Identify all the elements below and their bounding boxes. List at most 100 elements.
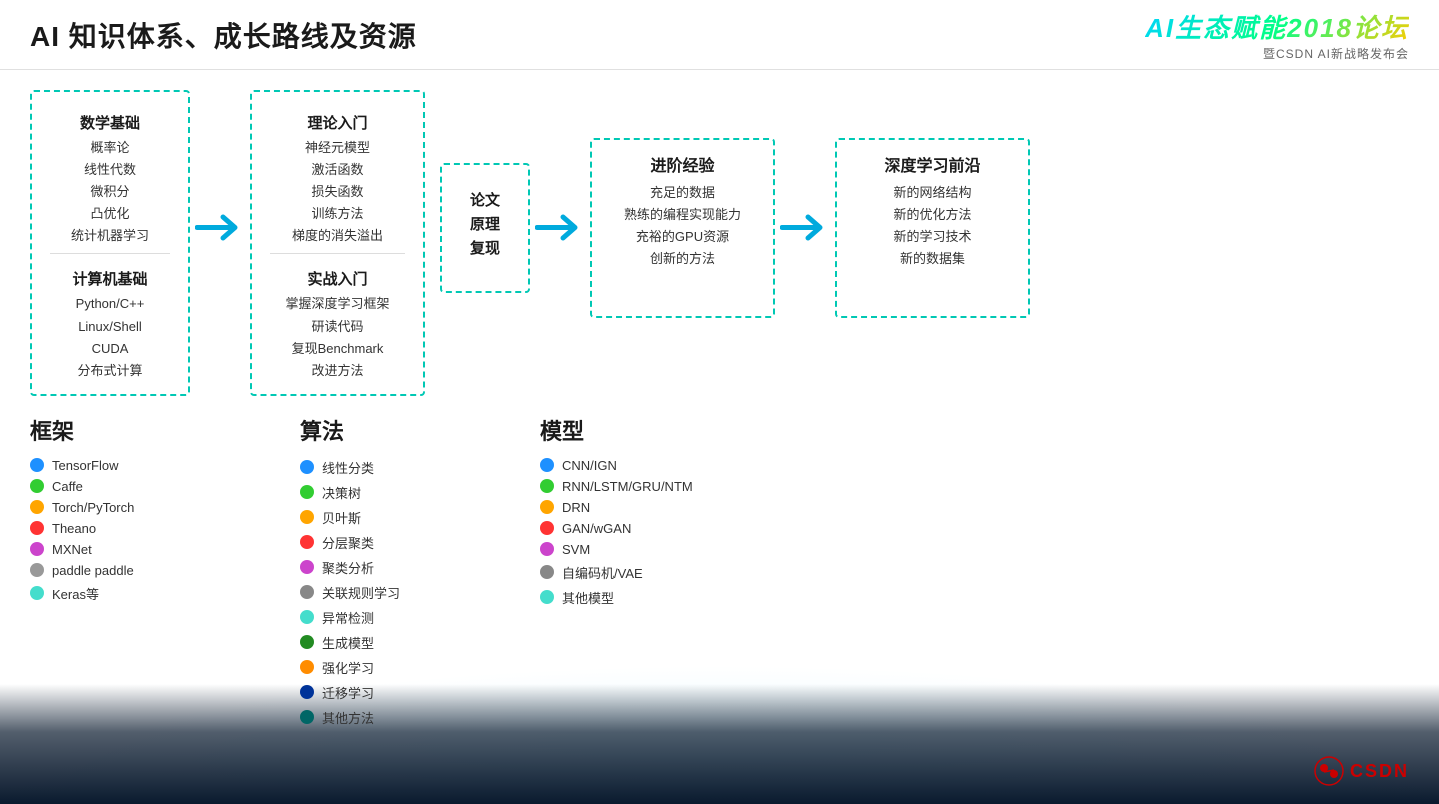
legend-label: SVM [562, 542, 590, 557]
legend-label: GAN/wGAN [562, 521, 631, 536]
advanced-items: 充足的数据熟练的编程实现能力充裕的GPU资源创新的方法 [610, 182, 755, 270]
arrow3 [775, 210, 835, 245]
legend-item: paddle paddle [30, 563, 270, 578]
legend-label: 异常检测 [322, 608, 374, 627]
legend-item: 线性分类 [300, 458, 490, 477]
legend-label: 关联规则学习 [322, 583, 400, 602]
legend-item: MXNet [30, 542, 270, 557]
legend-item: 异常检测 [300, 608, 490, 627]
model-list: CNN/IGN RNN/LSTM/GRU/NTM DRN GAN/wGAN SVM 自编码… [540, 458, 1409, 607]
deep-item: 新的学习技术 [855, 226, 1010, 248]
math-item: 线性代数 [50, 159, 170, 181]
legend-item: 自编码机/VAE [540, 563, 1409, 582]
deep-item: 新的数据集 [855, 248, 1010, 270]
framework-list: TensorFlow Caffe Torch/PyTorch Theano MXNet p… [30, 458, 270, 603]
legend-dot [30, 542, 44, 556]
legend-label: 贝叶斯 [322, 508, 361, 527]
legend-dot [300, 560, 314, 574]
legend-label: Caffe [52, 479, 83, 494]
legend-dot [540, 479, 554, 493]
legend-label: MXNet [52, 542, 92, 557]
math-cs-box: 数学基础 概率论线性代数微积分凸优化统计机器学习 计算机基础 Python/C+… [30, 90, 190, 396]
advanced-item: 充裕的GPU资源 [610, 226, 755, 248]
theory-item: 神经元模型 [270, 137, 405, 159]
bottom-section: 框架 TensorFlow Caffe Torch/PyTorch Theano MXN… [30, 414, 1409, 794]
legend-label: 迁移学习 [322, 683, 374, 702]
model-label: 模型 [540, 414, 1409, 446]
legend-dot [300, 485, 314, 499]
legend-item: 生成模型 [300, 633, 490, 652]
legend-item: TensorFlow [30, 458, 270, 473]
arrow2 [530, 210, 590, 245]
math-item: 统计机器学习 [50, 225, 170, 247]
legend-dot [540, 590, 554, 604]
theory-item: 损失函数 [270, 181, 405, 203]
legend-dot [300, 460, 314, 474]
advanced-box: 进阶经验 充足的数据熟练的编程实现能力充裕的GPU资源创新的方法 [590, 138, 775, 318]
legend-item: 迁移学习 [300, 683, 490, 702]
legend-dot [540, 521, 554, 535]
cs-item: Linux/Shell [50, 316, 170, 338]
legend-label: Keras等 [52, 584, 99, 603]
legend-label: 决策树 [322, 483, 361, 502]
cs-item: CUDA [50, 338, 170, 360]
algorithm-label: 算法 [300, 414, 490, 446]
legend-dot [300, 685, 314, 699]
legend-item: CNN/IGN [540, 458, 1409, 473]
legend-dot [30, 479, 44, 493]
practice-item: 改进方法 [270, 360, 405, 382]
paper-box: 论文原理复现 [440, 163, 530, 293]
advanced-item: 创新的方法 [610, 248, 755, 270]
advanced-item: 充足的数据 [610, 182, 755, 204]
roadmap-section: 数学基础 概率论线性代数微积分凸优化统计机器学习 计算机基础 Python/C+… [30, 90, 1409, 396]
csdn-logo: CSDN [1314, 756, 1409, 786]
legend-item: 其他方法 [300, 708, 490, 727]
legend-item: 关联规则学习 [300, 583, 490, 602]
cs-item: Python/C++ [50, 293, 170, 315]
advanced-item: 熟练的编程实现能力 [610, 204, 755, 226]
framework-section: 框架 TensorFlow Caffe Torch/PyTorch Theano MXN… [30, 414, 270, 609]
legend-dot [300, 710, 314, 724]
cs-items: Python/C++Linux/ShellCUDA分布式计算 [50, 293, 170, 381]
header-logo: AI生态赋能2018论坛 暨CSDN AI新战略发布会 [1145, 8, 1409, 62]
deep-item: 新的网络结构 [855, 182, 1010, 204]
main-content: 数学基础 概率论线性代数微积分凸优化统计机器学习 计算机基础 Python/C+… [0, 70, 1439, 804]
legend-label: RNN/LSTM/GRU/NTM [562, 479, 693, 494]
legend-item: Caffe [30, 479, 270, 494]
divider [50, 253, 170, 254]
practice-item: 掌握深度学习框架 [270, 293, 405, 315]
algorithm-list: 线性分类决策树贝叶斯分层聚类聚类分析关联规则学习异常检测生成模型强化学习迁移学习… [300, 458, 490, 727]
legend-item: 决策树 [300, 483, 490, 502]
cs-title: 计算机基础 [50, 268, 170, 289]
practice-title: 实战入门 [270, 268, 405, 289]
cs-item: 分布式计算 [50, 360, 170, 382]
model-section: 模型 CNN/IGN RNN/LSTM/GRU/NTM DRN GAN/wGAN SVM… [490, 414, 1409, 613]
paper-title: 论文原理复现 [470, 189, 500, 261]
legend-label: 强化学习 [322, 658, 374, 677]
deep-item: 新的优化方法 [855, 204, 1010, 226]
legend-label: 自编码机/VAE [562, 563, 643, 582]
legend-item: 强化学习 [300, 658, 490, 677]
legend-dot [30, 521, 44, 535]
legend-item: 贝叶斯 [300, 508, 490, 527]
deep-learning-box: 深度学习前沿 新的网络结构新的优化方法新的学习技术新的数据集 [835, 138, 1030, 318]
legend-label: 其他方法 [322, 708, 374, 727]
csdn-logo-text: CSDN [1350, 761, 1409, 782]
framework-label: 框架 [30, 414, 270, 446]
legend-label: DRN [562, 500, 590, 515]
legend-item: Theano [30, 521, 270, 536]
practice-items: 掌握深度学习框架研读代码复现Benchmark改进方法 [270, 293, 405, 381]
legend-dot [300, 535, 314, 549]
legend-dot [30, 586, 44, 600]
algorithm-section: 算法 线性分类决策树贝叶斯分层聚类聚类分析关联规则学习异常检测生成模型强化学习迁… [270, 414, 490, 733]
legend-label: 其他模型 [562, 588, 614, 607]
legend-item: Torch/PyTorch [30, 500, 270, 515]
legend-dot [540, 458, 554, 472]
legend-dot [300, 585, 314, 599]
math-item: 概率论 [50, 137, 170, 159]
legend-item: RNN/LSTM/GRU/NTM [540, 479, 1409, 494]
legend-dot [300, 660, 314, 674]
practice-item: 复现Benchmark [270, 338, 405, 360]
legend-item: GAN/wGAN [540, 521, 1409, 536]
legend-item: SVM [540, 542, 1409, 557]
